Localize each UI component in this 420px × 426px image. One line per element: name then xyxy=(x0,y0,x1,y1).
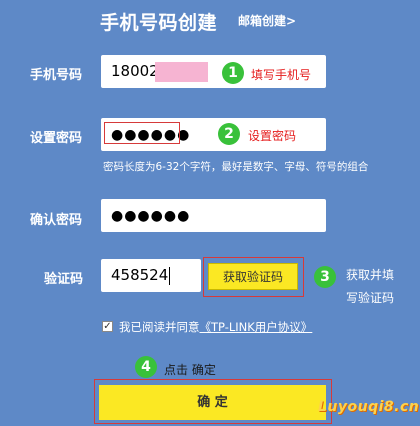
step-3-note-line2: 写验证码 xyxy=(346,291,395,305)
step-1-note: 填写手机号 xyxy=(251,68,312,82)
password-label: 设置密码 xyxy=(30,131,83,146)
password-hint: 密码长度为6-32个字符，最好是数字、字母、符号的组合 xyxy=(103,161,369,173)
step-1-badge: 1 xyxy=(222,62,244,84)
phone-value: 18002 xyxy=(111,62,159,80)
phone-label: 手机号码 xyxy=(30,68,83,83)
captcha-input[interactable]: 458524 xyxy=(101,259,201,292)
watermark: Luyouqi8.cn xyxy=(318,399,420,415)
confirm-label: 确认密码 xyxy=(30,213,83,228)
captcha-label: 验证码 xyxy=(44,272,84,287)
email-create-link[interactable]: 邮箱创建> xyxy=(238,12,296,29)
agreement-text: 我已阅读并同意《TP-LINK用户协议》 xyxy=(119,319,312,335)
captcha-value: 458524 xyxy=(111,266,169,284)
step-3-badge: 3 xyxy=(314,266,336,288)
agreement-prefix: 我已阅读并同意 xyxy=(119,320,200,334)
page-title: 手机号码创建 xyxy=(100,12,218,34)
confirm-password-input[interactable]: ●●●●●● xyxy=(101,199,326,232)
text-caret xyxy=(169,266,171,285)
confirm-value: ●●●●●● xyxy=(111,208,191,224)
step-3-note-line1: 获取并填 xyxy=(346,268,395,282)
agreement-link[interactable]: 《TP-LINK用户协议》 xyxy=(200,320,313,334)
confirm-button[interactable]: 确 定 xyxy=(99,385,326,420)
step-2-badge: 2 xyxy=(218,123,240,145)
phone-redaction xyxy=(155,62,208,82)
get-captcha-button[interactable]: 获取验证码 xyxy=(208,263,298,290)
step-2-note: 设置密码 xyxy=(248,129,297,143)
step-4-note: 点击 确定 xyxy=(164,363,216,377)
step-4-badge: 4 xyxy=(135,356,157,378)
password-highlight-box xyxy=(104,122,180,144)
agreement-checkbox[interactable]: ✓ xyxy=(102,321,113,332)
